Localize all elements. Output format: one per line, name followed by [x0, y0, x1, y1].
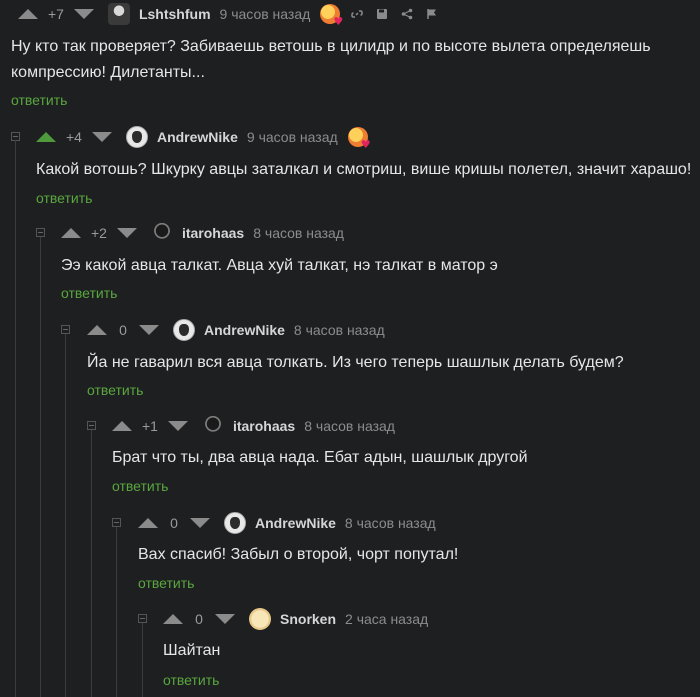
comment-header: +4 AndrewNike 9 часов назад	[36, 123, 371, 151]
upvote-icon[interactable]	[112, 421, 132, 431]
collapse-toggle[interactable]	[61, 325, 70, 334]
upvote-icon[interactable]	[18, 9, 38, 19]
reply-link[interactable]: ответить	[36, 190, 92, 206]
comment: 0 AndrewNike 8 часов назад Йа не гаварил…	[0, 316, 700, 406]
reply-link[interactable]: ответить	[163, 672, 219, 688]
downvote-icon[interactable]	[215, 614, 235, 624]
comment-rating: 0	[195, 611, 203, 627]
comment-text: Ээ какой авца талкат. Авца хуй талкат, н…	[61, 257, 498, 274]
thread-line[interactable]	[65, 334, 66, 697]
reply-link[interactable]: ответить	[87, 382, 143, 398]
comment-header: +1 itarohaas 8 часов назад	[112, 412, 405, 440]
avatar[interactable]	[150, 222, 173, 244]
comment: +4 AndrewNike 9 часов назад Какой вотошь…	[0, 123, 700, 213]
comment-rating: 0	[170, 515, 178, 531]
thread-line[interactable]	[15, 140, 16, 697]
award-badge-icon[interactable]	[320, 4, 343, 28]
comment-time: 8 часов назад	[344, 515, 436, 531]
flag-icon[interactable]	[425, 7, 439, 21]
avatar[interactable]	[107, 3, 130, 25]
comment-text: Шайтан	[163, 642, 221, 659]
comment-rating: +1	[142, 418, 158, 434]
upvote-icon[interactable]	[61, 228, 81, 238]
comment-rating: +7	[48, 6, 64, 22]
avatar[interactable]	[173, 319, 195, 341]
comment-rating: +2	[91, 225, 107, 241]
comment-header: 0 AndrewNike 8 часов назад	[87, 316, 395, 344]
comment-author[interactable]: AndrewNike	[255, 515, 336, 531]
thread-line[interactable]	[40, 237, 41, 697]
thread-line[interactable]	[91, 430, 92, 697]
downvote-icon[interactable]	[116, 228, 137, 238]
comment-author[interactable]: Snorken	[280, 611, 336, 627]
reply-link[interactable]: ответить	[138, 575, 194, 591]
comment-time: 8 часов назад	[253, 225, 344, 241]
comment: +2 itarohaas 8 часов назад Ээ какой авца…	[0, 219, 700, 309]
upvote-icon[interactable]	[87, 325, 107, 335]
collapse-toggle[interactable]	[112, 518, 121, 527]
comment-author[interactable]: AndrewNike	[157, 129, 238, 145]
comment: +1 itarohaas 8 часов назад Брат что ты, …	[0, 412, 700, 502]
comment: 0 Snorken 2 часа назад Шайтан ответить	[0, 605, 700, 697]
collapse-toggle[interactable]	[87, 421, 96, 430]
comment-header: 0 AndrewNike 8 часов назад	[138, 509, 446, 537]
comment: 0 AndrewNike 8 часов назад Вах спасиб! З…	[0, 509, 700, 599]
comment-time: 8 часов назад	[304, 418, 395, 434]
comment: +7 Lshtshfum 9 часов назад Н	[0, 0, 700, 116]
comment-author[interactable]: itarohaas	[182, 225, 244, 241]
comment-time: 9 часов назад	[219, 6, 311, 22]
comment-header: +2 itarohaas 8 часов назад	[61, 219, 354, 247]
downvote-icon[interactable]	[190, 518, 210, 528]
reply-link[interactable]: ответить	[112, 478, 168, 494]
avatar[interactable]	[125, 126, 148, 148]
downvote-icon[interactable]	[73, 9, 94, 19]
reply-link[interactable]: ответить	[11, 92, 67, 108]
thread-line[interactable]	[116, 527, 117, 697]
collapse-toggle[interactable]	[36, 228, 45, 237]
comment-actions	[350, 7, 450, 21]
comment-text: Какой вотошь? Шкурку авцы заталкал и смо…	[36, 161, 692, 178]
avatar[interactable]	[249, 608, 271, 630]
comment-author[interactable]: AndrewNike	[204, 322, 285, 338]
comment-author[interactable]: itarohaas	[233, 418, 295, 434]
upvote-icon[interactable]	[138, 518, 158, 528]
thread-line[interactable]	[142, 623, 143, 697]
avatar[interactable]	[224, 512, 246, 534]
comment-text: Брат что ты, два авца нада. Ебат адын, ш…	[112, 449, 528, 466]
downvote-icon[interactable]	[167, 421, 188, 431]
upvote-icon[interactable]	[163, 614, 183, 624]
comment-author[interactable]: Lshtshfum	[139, 6, 211, 22]
comment-time: 2 часа назад	[345, 611, 429, 627]
avatar[interactable]	[201, 415, 224, 437]
reply-link[interactable]: ответить	[61, 285, 117, 301]
upvote-icon[interactable]	[36, 132, 56, 142]
save-icon[interactable]	[375, 7, 389, 21]
comment-header: 0 Snorken 2 часа назад	[163, 605, 438, 633]
downvote-icon[interactable]	[139, 325, 159, 335]
comment-text: Ну кто так проверяет? Забиваешь ветошь в…	[11, 38, 656, 81]
comment-rating: 0	[119, 322, 127, 338]
share-icon[interactable]	[400, 7, 414, 21]
comment-time: 8 часов назад	[293, 322, 385, 338]
comment-text: Вах спасиб! Забыл о второй, чорт попутал…	[138, 546, 459, 563]
award-badge-icon[interactable]	[347, 127, 371, 151]
comment-rating: +4	[66, 129, 82, 145]
comment-time: 9 часов назад	[246, 129, 338, 145]
comment-header: +7 Lshtshfum 9 часов назад	[18, 0, 450, 28]
link-icon[interactable]	[350, 7, 364, 21]
comment-text: Йа не гаварил вся авца толкать. Из чего …	[87, 354, 624, 371]
collapse-toggle[interactable]	[138, 614, 147, 623]
downvote-icon[interactable]	[91, 132, 112, 142]
comment-thread: +7 Lshtshfum 9 часов назад Н	[0, 0, 700, 697]
